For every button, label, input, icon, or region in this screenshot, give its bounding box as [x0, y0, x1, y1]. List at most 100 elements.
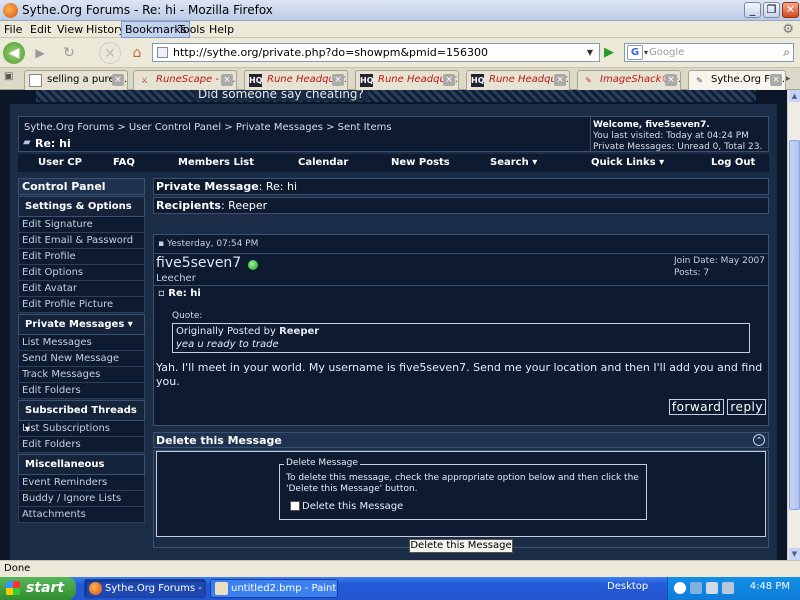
- sidebar-item-edit-folders[interactable]: Edit Folders: [18, 437, 145, 453]
- close-icon[interactable]: ×: [665, 74, 677, 86]
- volume-icon[interactable]: [674, 582, 686, 594]
- reload-icon[interactable]: ↻: [58, 42, 80, 64]
- pm-count[interactable]: Private Messages: Unread 0, Total 23.: [593, 142, 762, 152]
- stop-icon[interactable]: ✕: [99, 42, 121, 64]
- address-dropdown-icon[interactable]: ▼: [582, 44, 598, 61]
- tab-1[interactable]: selling a pure fi... ×: [24, 70, 128, 90]
- delete-checkbox[interactable]: [290, 501, 300, 511]
- close-button[interactable]: ✕: [782, 2, 799, 18]
- nav-new-posts[interactable]: New Posts: [391, 157, 450, 168]
- runescape-icon: ⚔: [140, 76, 149, 85]
- delete-checkbox-label[interactable]: Delete this Message: [302, 501, 403, 512]
- forward-button[interactable]: forward: [668, 399, 725, 415]
- back-icon[interactable]: ◀: [3, 42, 25, 64]
- sidebar-item-edit-options[interactable]: Edit Options: [18, 265, 145, 281]
- collapse-icon[interactable]: ⌃: [753, 434, 765, 446]
- nav-search[interactable]: Search ▾: [490, 157, 537, 168]
- nav-user-cp[interactable]: User CP: [38, 157, 82, 168]
- firefox-icon: [3, 3, 18, 18]
- close-icon[interactable]: ×: [770, 74, 782, 86]
- network-icon[interactable]: [690, 582, 702, 594]
- tab-4[interactable]: HQ Rune Headquar... ×: [355, 70, 459, 90]
- forum-container: Sythe.Org Forums > User Control Panel > …: [10, 104, 777, 560]
- sidebar-item-list-subscriptions[interactable]: List Subscriptions: [18, 421, 145, 437]
- control-panel-heading[interactable]: Control Panel: [18, 178, 145, 195]
- nav-quick-links[interactable]: Quick Links ▾: [591, 157, 664, 168]
- sidebar-item-attachments[interactable]: Attachments: [18, 507, 145, 523]
- vertical-scrollbar[interactable]: ▲ ▼: [787, 90, 800, 560]
- menu-edit[interactable]: Edit: [30, 23, 51, 36]
- taskbar-item-firefox[interactable]: Sythe.Org Forums - ...: [84, 579, 206, 598]
- start-label: start: [26, 580, 65, 596]
- sidebar-item-buddy-ignore[interactable]: Buddy / Ignore Lists: [18, 491, 145, 507]
- tab-5[interactable]: HQ Rune Headquar... ×: [466, 70, 570, 90]
- breadcrumb: Sythe.Org Forums > User Control Panel > …: [18, 116, 593, 152]
- username[interactable]: five5seven7: [156, 255, 241, 271]
- menu-tools[interactable]: Tools: [178, 23, 205, 36]
- new-tab-icon[interactable]: ▣: [4, 71, 18, 87]
- private-messages-heading[interactable]: Private Messages ▾: [18, 314, 145, 335]
- breadcrumb-path[interactable]: Sythe.Org Forums > User Control Panel > …: [24, 122, 587, 133]
- search-placeholder: Google: [649, 47, 685, 58]
- close-icon[interactable]: ×: [112, 74, 124, 86]
- taskbar-item-paint[interactable]: untitled2.bmp - Paint: [210, 579, 338, 598]
- subscribed-threads-heading[interactable]: Subscribed Threads ▾: [18, 400, 145, 435]
- close-icon[interactable]: ×: [554, 74, 566, 86]
- delete-message-button[interactable]: Delete this Message: [409, 539, 513, 553]
- address-url: http://sythe.org/private.php?do=showpm&p…: [173, 46, 488, 59]
- tray-app-icon[interactable]: [706, 582, 718, 594]
- tray-app-icon[interactable]: [722, 582, 734, 594]
- sythe-icon: ✎: [696, 76, 703, 85]
- scrollbar-thumb[interactable]: [789, 140, 800, 510]
- go-icon[interactable]: ▶: [600, 43, 618, 62]
- start-button[interactable]: start: [0, 577, 76, 600]
- sidebar-item-track-messages[interactable]: Track Messages: [18, 367, 145, 383]
- close-icon[interactable]: ×: [332, 74, 344, 86]
- sidebar-item-send-new-message[interactable]: Send New Message: [18, 351, 145, 367]
- paint-icon: [215, 582, 228, 595]
- search-engine-dropdown-icon[interactable]: ▾: [644, 44, 648, 61]
- nav-log-out[interactable]: Log Out: [711, 157, 755, 168]
- taskbar-item-label: Sythe.Org Forums - ...: [105, 583, 206, 594]
- menu-file[interactable]: File: [4, 23, 22, 36]
- tab-scroll-icon[interactable]: ▸: [786, 71, 798, 87]
- close-icon[interactable]: ×: [221, 74, 233, 86]
- nav-calendar[interactable]: Calendar: [298, 157, 348, 168]
- google-icon[interactable]: G: [627, 45, 643, 60]
- sidebar-item-edit-email[interactable]: Edit Email & Password: [18, 233, 145, 249]
- tab-7-selected[interactable]: ✎ Sythe.Org Fo... ×: [688, 70, 786, 90]
- tab-6[interactable]: ✎ ImageShack® -... ×: [577, 70, 681, 90]
- reply-button[interactable]: reply: [727, 399, 766, 415]
- scroll-down-icon[interactable]: ▼: [789, 548, 800, 560]
- search-box[interactable]: G ▾ Google ⌕: [624, 43, 794, 62]
- tab-2[interactable]: ⚔ RuneScape - th... ×: [133, 70, 237, 90]
- tab-3[interactable]: HQ Rune Headquar... ×: [244, 70, 348, 90]
- menu-history[interactable]: History: [86, 23, 125, 36]
- nav-faq[interactable]: FAQ: [113, 157, 135, 168]
- desktop-toolbar[interactable]: Desktop: [607, 581, 648, 592]
- page-content: Did someone say cheating? Sythe.Org Foru…: [0, 90, 787, 560]
- tab-bar: ▣ selling a pure fi... × ⚔ RuneScape - t…: [0, 68, 800, 90]
- search-icon[interactable]: ⌕: [783, 45, 790, 60]
- scroll-up-icon[interactable]: ▲: [789, 90, 800, 102]
- sidebar-item-list-messages[interactable]: List Messages: [18, 335, 145, 351]
- sidebar-item-edit-profile[interactable]: Edit Profile: [18, 249, 145, 265]
- home-icon[interactable]: ⌂: [126, 42, 148, 64]
- sidebar-item-edit-avatar[interactable]: Edit Avatar: [18, 281, 145, 297]
- nav-members-list[interactable]: Members List: [178, 157, 254, 168]
- clock[interactable]: 4:48 PM: [750, 581, 790, 592]
- forward-icon[interactable]: ▶: [29, 42, 51, 64]
- message-post: ▪ Yesterday, 07:54 PM five5seven7 Leeche…: [153, 234, 769, 426]
- minimize-button[interactable]: _: [744, 2, 761, 18]
- menu-help[interactable]: Help: [209, 23, 234, 36]
- address-bar[interactable]: http://sythe.org/private.php?do=showpm&p…: [152, 43, 600, 62]
- sidebar-item-event-reminders[interactable]: Event Reminders: [18, 475, 145, 491]
- maximize-button[interactable]: ❐: [763, 2, 780, 18]
- close-icon[interactable]: ×: [443, 74, 455, 86]
- sidebar-item-edit-signature[interactable]: Edit Signature: [18, 217, 145, 233]
- sidebar-item-edit-profile-picture[interactable]: Edit Profile Picture: [18, 297, 145, 313]
- menu-view[interactable]: View: [57, 23, 83, 36]
- navigation-toolbar: ◀ ▶ ↻ ✕ ⌂ http://sythe.org/private.php?d…: [0, 38, 800, 68]
- recipients-value[interactable]: Reeper: [228, 199, 267, 212]
- sidebar-item-edit-folders[interactable]: Edit Folders: [18, 383, 145, 399]
